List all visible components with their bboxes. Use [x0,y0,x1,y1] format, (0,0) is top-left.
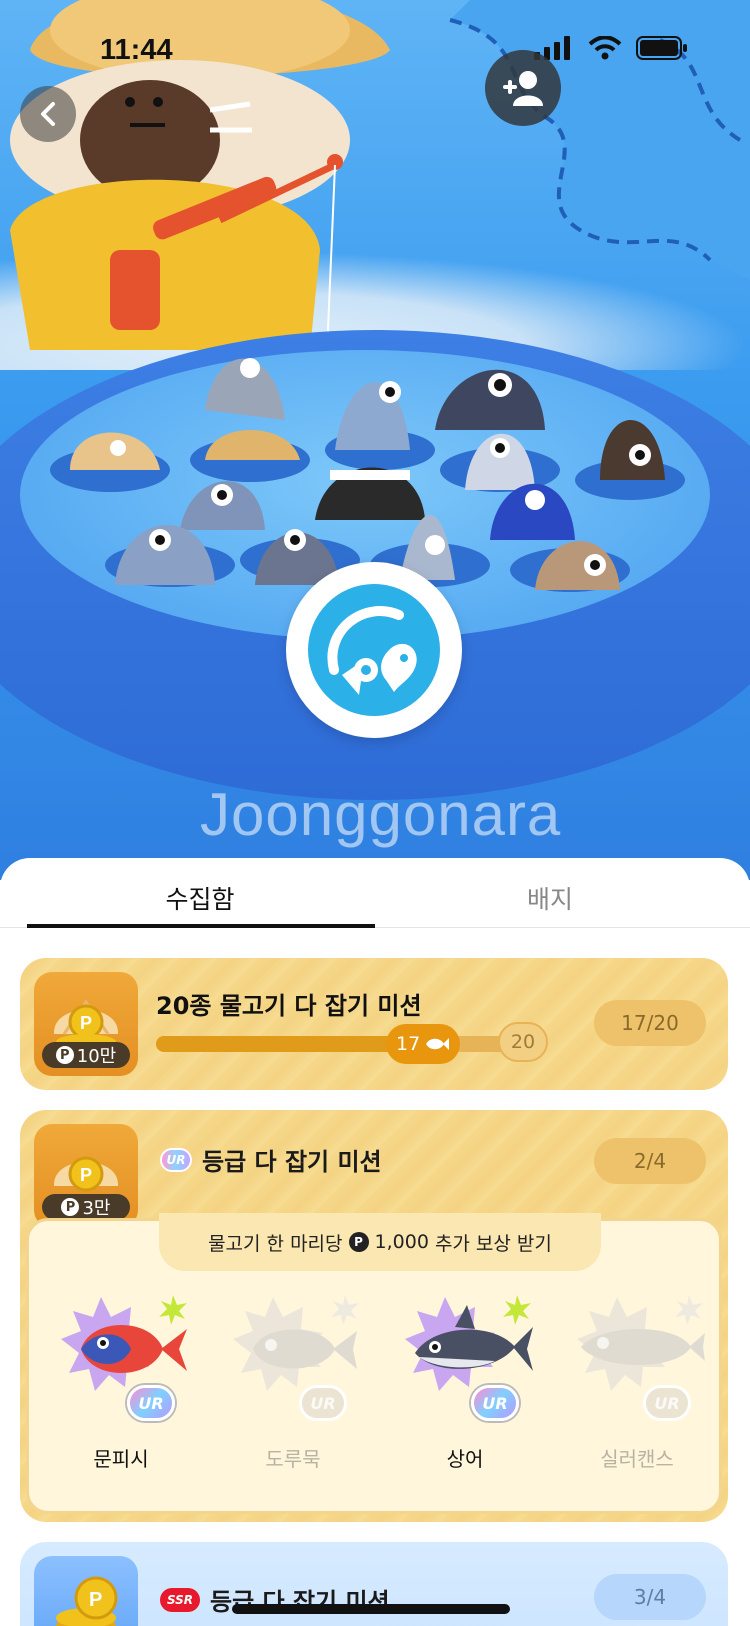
fish-name: 문피시 [93,1447,149,1471]
bonus-reward-banner[interactable]: 물고기 한 마리당 P 1,000 추가 보상 받기 [159,1213,601,1271]
ur-grade-chip: UR [471,1385,519,1421]
fish-name: 상어 [446,1447,484,1471]
status-time: 11:44 [100,34,173,66]
mission-progress-bar: 17 [156,1024,532,1064]
mission-title: 20종 물고기 다 잡기 미션 [156,992,422,1020]
add-friend-button[interactable] [485,50,561,126]
wifi-icon [588,36,622,60]
progress-current: 17 [396,1033,421,1055]
progress-marker: 17 [386,1024,461,1064]
bonus-text-after: 추가 보상 받기 [434,1232,552,1255]
tab-bar: 수집함 배지 [0,858,750,928]
bonus-text-before: 물고기 한 마리당 [208,1232,343,1255]
coelacanth-icon [577,1295,705,1391]
fish-slot-shark[interactable]: UR 상어 [385,1277,545,1497]
mission-title: 등급 다 잡기 미션 [202,1148,382,1176]
home-indicator[interactable] [232,1604,510,1614]
reward-box: P P 1만 [34,1556,138,1626]
tab-collection[interactable]: 수집함 [25,880,375,916]
tab-badges[interactable]: 배지 [375,880,725,916]
ur-grade-badge: UR [160,1147,192,1172]
mission-title-row: UR 등급 다 잡기 미션 [160,1142,382,1177]
fish-slot-coelacanth[interactable]: UR 실러캔스 [557,1277,717,1497]
shark-icon [405,1295,533,1391]
point-coin-icon: P [61,1198,80,1216]
status-bar: 11:44 [0,0,750,100]
reward-box: P P 10만 [34,972,138,1076]
mission-card-ur-grade[interactable]: P P 3만 UR 등급 다 잡기 미션 2/4 물고기 한 마리당 P 1,0… [20,1110,728,1522]
reward-amount: 10만 [76,1046,117,1067]
collection-sheet: 수집함 배지 P P 10만 20종 물고기 다 잡기 미션 17 20 17/… [0,858,750,1626]
fishing-game-button[interactable] [286,562,462,738]
fish-name: 실러캔스 [600,1447,674,1471]
ssr-grade-badge: SSR [160,1587,200,1612]
fish-slot-sandfish[interactable]: UR 도루묵 [213,1277,373,1497]
fishing-game-icon [308,584,440,716]
fish-slot-moonfish[interactable]: UR 문피시 [41,1277,201,1497]
mission-card-all-fish[interactable]: P P 10만 20종 물고기 다 잡기 미션 17 20 17/20 [20,958,728,1090]
point-coin-icon: P [55,1046,74,1064]
reward-label: P 3만 [42,1194,130,1220]
moonfish-icon [61,1295,187,1391]
mission-count: 2/4 [594,1138,706,1184]
point-coin-icon: P [348,1232,369,1252]
svg-text:P: P [80,1013,92,1033]
watermark: Joonggonara [200,781,562,848]
fish-collection-panel: 물고기 한 마리당 P 1,000 추가 보상 받기 UR 문피시 UR 도루묵… [26,1213,722,1514]
mission-count: 17/20 [594,1000,706,1046]
reward-box: P P 3만 [34,1124,138,1228]
mission-count: 3/4 [594,1574,706,1620]
svg-text:P: P [89,1589,102,1611]
ur-grade-chip: UR [299,1385,347,1421]
hero-banner: Joonggonara 11:44 [0,0,750,880]
chevron-left-icon [41,102,55,126]
ur-grade-chip: UR [643,1385,691,1421]
ur-grade-chip: UR [127,1385,175,1421]
tab-active-indicator [27,924,375,928]
status-icons [534,36,688,60]
fish-name: 도루묵 [265,1447,321,1471]
back-button[interactable] [20,86,76,142]
fish-popups [50,358,685,592]
fish-icon [426,1038,450,1050]
add-friend-icon [503,71,543,106]
sandfish-icon [233,1295,359,1391]
coin-stack-icon: P [56,1576,118,1626]
reward-amount: 3만 [82,1198,111,1219]
bonus-amount: 1,000 [374,1231,429,1253]
battery-icon [636,36,687,60]
svg-text:P: P [80,1165,92,1185]
reward-label: P 10만 [42,1042,130,1068]
progress-total: 20 [498,1022,548,1062]
